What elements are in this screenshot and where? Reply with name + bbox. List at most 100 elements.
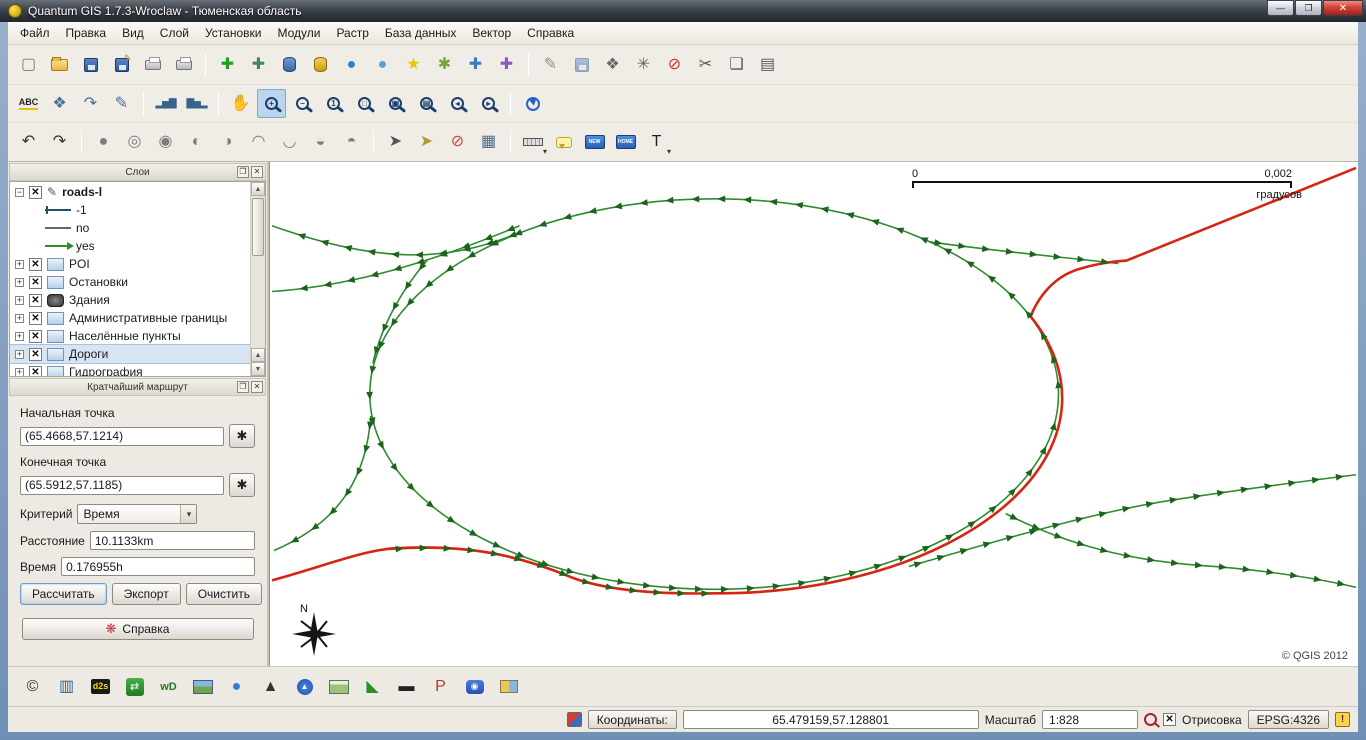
scroll-down-button[interactable]: ▼ (251, 362, 265, 376)
chart-plugin-button[interactable] (324, 672, 353, 701)
menu-settings[interactable]: Установки (197, 23, 269, 43)
minimize-button[interactable]: — (1267, 0, 1294, 16)
layers-scrollbar[interactable]: ▲ ▲ ▼ (250, 182, 265, 376)
add-raster-layer-button[interactable]: ✚ (244, 50, 273, 79)
add-delimited-text-layer-button[interactable]: ✚ (461, 50, 490, 79)
end-point-input[interactable]: (65.5912,57.1185) (20, 475, 224, 495)
map-tips-button[interactable] (549, 128, 578, 157)
delete-part-button[interactable]: ◑ (213, 128, 242, 157)
measure-line-button[interactable]: ▾ (518, 128, 547, 157)
layer-item[interactable]: -1 (10, 201, 250, 219)
labeling-button[interactable]: ABC (14, 89, 43, 118)
menu-vector[interactable]: Вектор (464, 23, 519, 43)
identify-features-button[interactable]: ➤ (412, 128, 441, 157)
new-bookmark-button[interactable]: NEW (580, 128, 609, 157)
rotate-point-symbols-button[interactable]: ◓ (337, 128, 366, 157)
zoom-full-extent-button[interactable]: □ (350, 89, 379, 118)
add-wms-layer-button[interactable]: ● (337, 50, 366, 79)
toggle-editing-button[interactable]: ✎ (536, 50, 565, 79)
menu-edit[interactable]: Правка (58, 23, 115, 43)
zoom-out-button[interactable]: − (288, 89, 317, 118)
layer-visibility-checkbox[interactable]: ✕ (29, 293, 42, 307)
simplify-feature-button[interactable]: ● (89, 128, 118, 157)
menu-file[interactable]: Файл (12, 23, 58, 43)
expand-icon[interactable]: + (15, 349, 24, 359)
split-features-button[interactable]: ◡ (275, 128, 304, 157)
cut-features-button[interactable]: ✂ (691, 50, 720, 79)
maximize-button[interactable]: ❐ (1295, 0, 1322, 16)
menu-plugins[interactable]: Модули (269, 23, 328, 43)
float-panel-button[interactable]: ❐ (237, 381, 249, 393)
save-project-button[interactable] (76, 50, 105, 79)
paste-features-button[interactable]: ▤ (753, 50, 782, 79)
zoom-actual-size-button[interactable]: 1 (319, 89, 348, 118)
zoom-last-button[interactable]: ◂ (443, 89, 472, 118)
close-button[interactable]: ✕ (1323, 0, 1363, 16)
layer-item[interactable]: no (10, 219, 250, 237)
move-label-button[interactable]: ❖ (45, 89, 74, 118)
copyright-label-plugin-button[interactable]: © (18, 672, 47, 701)
log-messages-icon[interactable]: ! (1335, 712, 1350, 727)
layer-item[interactable]: + ✕ Гидрография (10, 363, 250, 376)
add-gps-layer-button[interactable]: ✚ (492, 50, 521, 79)
layer-item[interactable]: + ✕ POI (10, 255, 250, 273)
composer-manager-button[interactable] (169, 50, 198, 79)
add-vector-layer-button[interactable]: ✚ (213, 50, 242, 79)
deselect-features-button[interactable]: ⊘ (443, 128, 472, 157)
zoom-to-layer-button[interactable]: ▤ (412, 89, 441, 118)
open-project-button[interactable] (45, 50, 74, 79)
merge-features-button[interactable]: ◒ (306, 128, 335, 157)
redo-button[interactable]: ↷ (45, 128, 74, 157)
add-spatialite-layer-button[interactable] (306, 50, 335, 79)
layer-item[interactable]: − ✕ ✎ roads-l (10, 183, 250, 201)
add-wfs-layer-button[interactable]: ● (368, 50, 397, 79)
refresh-map-button[interactable] (518, 89, 547, 118)
new-project-button[interactable]: ▢ (14, 50, 43, 79)
processing-plugin-button[interactable]: ⇄ (120, 672, 149, 701)
save-project-as-button[interactable] (107, 50, 136, 79)
undo-button[interactable]: ↶ (14, 128, 43, 157)
diagram-histogram-button[interactable]: ▂▅▇ (151, 89, 180, 118)
distance-input[interactable]: 10.1133km (89, 531, 255, 550)
viewer-plugin-button[interactable]: ◉ (460, 672, 489, 701)
expand-icon[interactable]: + (15, 259, 24, 269)
new-shapefile-layer-button[interactable]: ✱ (430, 50, 459, 79)
layer-item[interactable]: yes (10, 237, 250, 255)
change-label-properties-button[interactable]: ✎ (107, 89, 136, 118)
menu-database[interactable]: База данных (377, 23, 464, 43)
node-tool-button[interactable]: ✳ (629, 50, 658, 79)
close-panel-button[interactable]: ✕ (251, 166, 263, 178)
menu-view[interactable]: Вид (114, 23, 152, 43)
delete-ring-button[interactable]: ◐ (182, 128, 211, 157)
help-button[interactable]: ❋ Справка (21, 618, 254, 640)
pin-plugin-button[interactable]: P (426, 672, 455, 701)
reshape-features-button[interactable]: ◠ (244, 128, 273, 157)
menu-raster[interactable]: Растр (328, 23, 376, 43)
scroll-up-button[interactable]: ▲ (251, 182, 265, 196)
layer-visibility-checkbox[interactable]: ✕ (29, 365, 42, 376)
layer-item[interactable]: + ✕ Населённые пункты (10, 327, 250, 345)
zoom-next-button[interactable]: ▸ (474, 89, 503, 118)
image-plugin-button[interactable] (494, 672, 523, 701)
show-bookmarks-button[interactable]: HOME (611, 128, 640, 157)
render-checkbox[interactable]: ✕ (1163, 713, 1177, 726)
profile-plugin-button[interactable]: ▲ (256, 672, 285, 701)
d2s-plugin-button[interactable]: d2s (86, 672, 115, 701)
capture-start-point-button[interactable]: ✱ (229, 424, 255, 448)
menu-layer[interactable]: Слой (152, 23, 197, 43)
compass-plugin-button[interactable]: ▲ (290, 672, 319, 701)
layer-visibility-checkbox[interactable]: ✕ (29, 185, 42, 199)
mapserver-export-button[interactable]: ★ (399, 50, 428, 79)
downloader-plugin-button[interactable]: wD (154, 672, 183, 701)
terrain-preview-plugin-button[interactable] (188, 672, 217, 701)
scrollbar-thumb[interactable] (252, 198, 264, 256)
crs-status-button[interactable]: EPSG:4326 (1247, 710, 1329, 729)
expand-icon[interactable]: + (15, 277, 24, 287)
coordinates-input[interactable]: 65.479159,57.128801 (682, 710, 979, 729)
coordinates-toggle-button[interactable]: Координаты: (587, 710, 677, 729)
close-panel-button[interactable]: ✕ (251, 381, 263, 393)
layer-visibility-checkbox[interactable]: ✕ (29, 329, 42, 343)
graduated-table-plugin-button[interactable]: ▥ (52, 672, 81, 701)
layer-visibility-checkbox[interactable]: ✕ (29, 275, 42, 289)
layer-item[interactable]: + ✕ Остановки (10, 273, 250, 291)
